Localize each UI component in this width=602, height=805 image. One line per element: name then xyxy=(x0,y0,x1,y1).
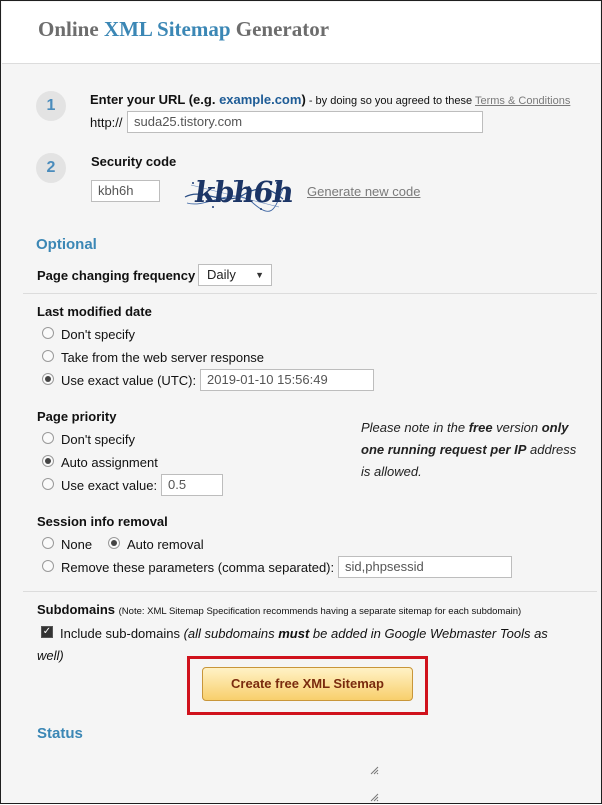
captcha-text: kbh6h xyxy=(192,175,296,209)
frequency-value: Daily xyxy=(207,267,236,282)
create-sitemap-button[interactable]: Create free XML Sitemap xyxy=(202,667,413,701)
priority-dont-specify-radio[interactable] xyxy=(42,432,54,444)
subdomains-title: Subdomains xyxy=(37,602,116,617)
free-version-note: Please note in the free version only one… xyxy=(361,420,577,479)
step-1-badge: 1 xyxy=(36,91,66,121)
page-priority-title: Page priority xyxy=(37,409,117,424)
header: Online XML Sitemap Generator xyxy=(2,2,600,64)
security-code-input[interactable]: kbh6h xyxy=(91,180,160,202)
last-modified-title: Last modified date xyxy=(37,304,152,319)
session-remove-label: Remove these parameters (comma separated… xyxy=(61,560,335,575)
priority-dont-specify-label: Don't specify xyxy=(61,432,136,447)
frequency-label: Page changing frequency xyxy=(37,268,196,283)
lastmod-server-response-label: Take from the web server response xyxy=(61,350,265,365)
site-title-part1: Online xyxy=(38,17,104,41)
include-subdomains-checkbox[interactable]: ✓ xyxy=(41,626,53,638)
agree-text: - by doing so you agreed to these xyxy=(305,95,475,107)
priority-auto-radio[interactable] xyxy=(42,455,54,467)
url-input[interactable]: suda25.tistory.com xyxy=(127,111,483,133)
lastmod-exact-label: Use exact value (UTC): xyxy=(61,373,197,388)
divider xyxy=(23,293,597,294)
priority-exact-label: Use exact value: xyxy=(61,478,158,493)
security-code-label: Security code xyxy=(91,154,177,169)
lastmod-dont-specify-radio[interactable] xyxy=(42,327,54,339)
captcha-image: kbh6h xyxy=(183,173,295,213)
include-subdomains-label: Include sub-domains (all subdomains must… xyxy=(60,626,548,641)
resize-grip-icon[interactable] xyxy=(370,793,379,802)
resize-grip-icon[interactable] xyxy=(370,766,379,775)
priority-auto-label: Auto assignment xyxy=(61,455,158,470)
step-2-badge: 2 xyxy=(36,153,66,183)
priority-exact-input[interactable]: 0.5 xyxy=(161,474,223,496)
status-title: Status xyxy=(37,725,83,742)
session-removal-title: Session info removal xyxy=(37,514,168,529)
status-textarea[interactable] xyxy=(37,753,382,805)
subdomains-heading: Subdomains (Note: XML Sitemap Specificat… xyxy=(37,602,521,617)
frequency-select[interactable]: Daily ▼ xyxy=(198,264,272,286)
divider xyxy=(23,591,597,592)
session-remove-radio[interactable] xyxy=(42,560,54,572)
lastmod-exact-radio[interactable] xyxy=(42,373,54,385)
site-title-highlight: XML Sitemap xyxy=(103,17,231,41)
optional-title: Optional xyxy=(36,236,97,253)
page-frame: Online XML Sitemap Generator 1 Enter you… xyxy=(0,0,602,804)
subdomains-note: (Note: XML Sitemap Specification recomme… xyxy=(118,606,522,617)
session-auto-label: Auto removal xyxy=(127,537,204,552)
terms-link[interactable]: Terms & Conditions xyxy=(475,95,570,107)
priority-exact-radio[interactable] xyxy=(42,478,54,490)
url-example: example.com xyxy=(219,92,302,107)
lastmod-server-response-radio[interactable] xyxy=(42,350,54,362)
session-auto-radio[interactable] xyxy=(108,537,120,549)
lastmod-dont-specify-label: Don't specify xyxy=(61,327,136,342)
site-title-part2: Generator xyxy=(230,17,330,41)
lastmod-exact-input[interactable]: 2019-01-10 15:56:49 xyxy=(200,369,374,391)
url-label: Enter your URL (e.g. example.com) - by d… xyxy=(90,92,571,107)
protocol-label: http:// xyxy=(90,115,123,130)
generate-new-code-link[interactable]: Generate new code xyxy=(307,184,420,199)
session-none-label: None xyxy=(61,537,93,552)
site-title: Online XML Sitemap Generator xyxy=(38,17,329,42)
session-none-radio[interactable] xyxy=(42,537,54,549)
session-params-input[interactable]: sid,phpsessid xyxy=(338,556,512,578)
include-subdomains-note-end: well) xyxy=(37,648,64,663)
chevron-down-icon: ▼ xyxy=(255,270,264,280)
